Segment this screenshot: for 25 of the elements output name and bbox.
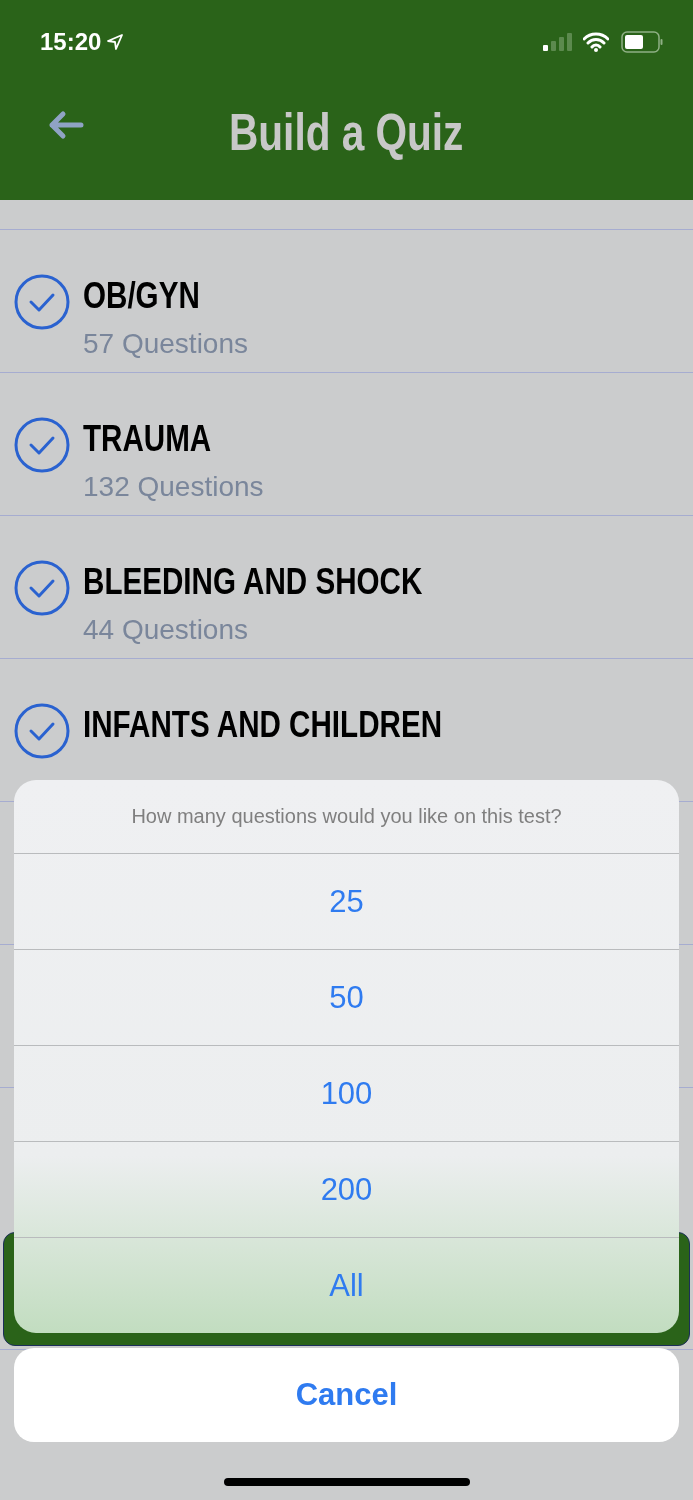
question-count: 44 Questions — [83, 614, 248, 646]
signal-icon — [543, 33, 573, 51]
question-count: 57 Questions — [83, 328, 248, 360]
question-count: 132 Questions — [83, 471, 264, 503]
check-circle-icon[interactable] — [14, 703, 70, 759]
battery-icon — [621, 31, 663, 53]
category-name: INFANTS AND CHILDREN — [83, 703, 443, 747]
sheet-option[interactable]: 50 — [14, 949, 679, 1045]
wifi-icon — [583, 32, 609, 52]
clock-time: 15:20 — [40, 28, 102, 56]
category-name: BLEEDING AND SHOCK — [83, 560, 423, 604]
check-circle-icon[interactable] — [14, 417, 70, 473]
category-name: OB/GYN — [83, 274, 200, 318]
sheet-option[interactable]: All — [14, 1237, 679, 1333]
check-circle-icon[interactable] — [14, 274, 70, 330]
cancel-button[interactable]: Cancel — [14, 1348, 679, 1442]
category-name: TRAUMA — [83, 417, 212, 461]
sheet-message: How many questions would you like on this test? — [130, 804, 563, 829]
sheet-option[interactable]: 200 — [14, 1141, 679, 1237]
sheet-option[interactable]: 100 — [14, 1045, 679, 1141]
sheet-option[interactable]: 25 — [14, 853, 679, 949]
back-arrow-icon[interactable] — [48, 110, 84, 140]
check-circle-icon[interactable] — [14, 560, 70, 616]
screen-title: Build a Quiz — [229, 102, 464, 163]
location-arrow-icon — [107, 34, 124, 50]
